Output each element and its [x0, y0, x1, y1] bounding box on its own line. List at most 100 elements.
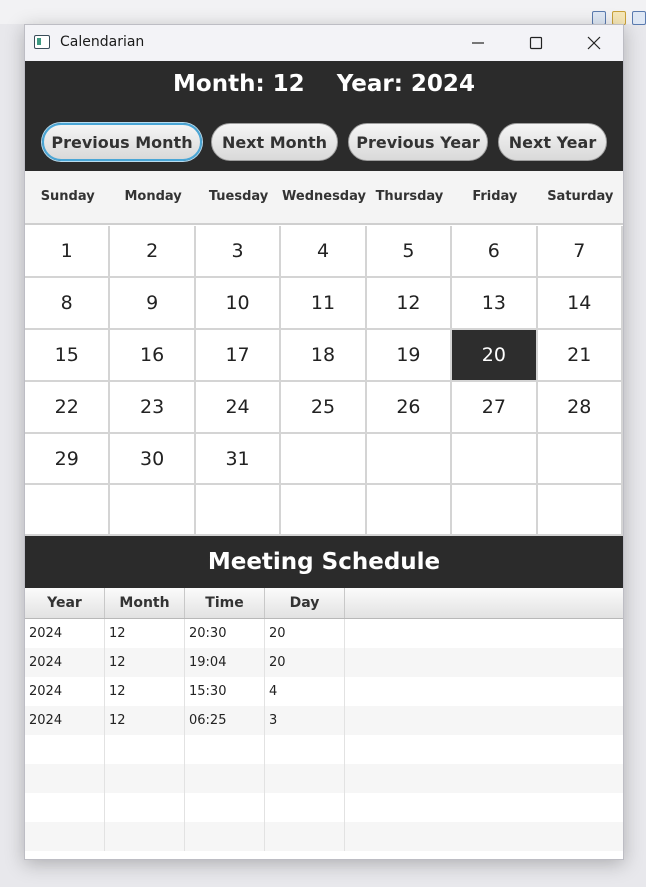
- calendar-day[interactable]: 22: [25, 382, 111, 434]
- table-cell-year: 2024: [25, 619, 105, 648]
- table-cell-day: [265, 793, 345, 822]
- calendar-empty-cell: [25, 485, 111, 536]
- close-button[interactable]: [565, 25, 623, 61]
- table-cell-day: 3: [265, 706, 345, 735]
- table-empty-row: [25, 793, 623, 822]
- table-cell-day: [265, 822, 345, 851]
- calendar-day[interactable]: 8: [25, 278, 111, 330]
- weekday-header-row: Sunday Monday Tuesday Wednesday Thursday Frid…: [25, 171, 623, 225]
- calendar-day[interactable]: 1: [25, 226, 111, 278]
- calendar-empty-cell: [195, 485, 282, 536]
- previous-month-button[interactable]: Previous Month: [42, 123, 202, 161]
- table-cell-month: 12: [105, 619, 185, 648]
- maximize-button[interactable]: [507, 25, 565, 61]
- calendar-day[interactable]: 9: [110, 278, 196, 330]
- calendar-day[interactable]: 26: [366, 382, 453, 434]
- column-header-year[interactable]: Year: [25, 588, 105, 618]
- column-header-time[interactable]: Time: [185, 588, 265, 618]
- calendar-empty-cell: [537, 434, 623, 485]
- calendar-day[interactable]: 19: [366, 330, 453, 382]
- table-empty-row: [25, 735, 623, 764]
- meeting-table: Year Month Time Day 2024 12 20:30 20 2024 12 19:0…: [25, 588, 623, 859]
- table-cell-time: [185, 793, 265, 822]
- column-header-day[interactable]: Day: [265, 588, 345, 618]
- table-cell-month: 12: [105, 648, 185, 677]
- table-cell-time: 06:25: [185, 706, 265, 735]
- calendar-day[interactable]: 12: [366, 278, 453, 330]
- table-cell-time: [185, 764, 265, 793]
- table-row[interactable]: 2024 12 19:04 20: [25, 648, 623, 677]
- weekday-saturday: Saturday: [547, 189, 614, 204]
- calendar-empty-cell: [452, 434, 538, 485]
- table-row[interactable]: 2024 12 06:25 3: [25, 706, 623, 735]
- table-empty-row: [25, 764, 623, 793]
- calendar-day[interactable]: 16: [110, 330, 196, 382]
- calendar-day[interactable]: 20: [452, 330, 538, 382]
- calendar-day[interactable]: 2: [110, 226, 196, 278]
- calendar-day[interactable]: 31: [195, 434, 282, 485]
- meeting-schedule-title: Meeting Schedule: [25, 536, 623, 588]
- app-icon: [34, 35, 50, 49]
- calendar-day[interactable]: 25: [281, 382, 367, 434]
- sync-icon: [612, 11, 626, 25]
- table-cell-month: 12: [105, 706, 185, 735]
- table-cell-day: [265, 735, 345, 764]
- calendar-day[interactable]: 21: [537, 330, 623, 382]
- weekday-monday: Monday: [124, 189, 182, 204]
- calendar-day[interactable]: 18: [281, 330, 367, 382]
- calendar-empty-cell: [452, 485, 538, 536]
- table-row[interactable]: 2024 12 15:30 4: [25, 677, 623, 706]
- calendar-day[interactable]: 5: [366, 226, 453, 278]
- table-cell-month: [105, 735, 185, 764]
- table-cell-time: [185, 822, 265, 851]
- weekday-tuesday: Tuesday: [208, 189, 269, 204]
- table-cell-year: [25, 735, 105, 764]
- next-year-button[interactable]: Next Year: [498, 123, 607, 161]
- previous-year-button[interactable]: Previous Year: [348, 123, 488, 161]
- calendar-day[interactable]: 6: [452, 226, 538, 278]
- close-icon: [587, 36, 601, 50]
- table-cell-year: [25, 822, 105, 851]
- filter-icon: [632, 11, 646, 25]
- calendar-day[interactable]: 7: [537, 226, 623, 278]
- calendar-day[interactable]: 4: [281, 226, 367, 278]
- year-label: Year: 2024: [336, 71, 475, 97]
- calendar-day[interactable]: 28: [537, 382, 623, 434]
- table-cell-year: [25, 793, 105, 822]
- calendar-day[interactable]: 3: [195, 226, 282, 278]
- table-cell-time: [185, 735, 265, 764]
- calendar-empty-cell: [537, 485, 623, 536]
- month-year-display: Month: 12 Year: 2024: [25, 71, 623, 97]
- table-cell-month: [105, 822, 185, 851]
- table-cell-year: 2024: [25, 677, 105, 706]
- minimize-button[interactable]: [449, 25, 507, 61]
- calendar-day[interactable]: 23: [110, 382, 196, 434]
- calendar-day[interactable]: 24: [195, 382, 282, 434]
- table-cell-month: 12: [105, 677, 185, 706]
- calendar-day[interactable]: 13: [452, 278, 538, 330]
- calendar-day[interactable]: 10: [195, 278, 282, 330]
- calendar-day[interactable]: 27: [452, 382, 538, 434]
- meeting-table-header: Year Month Time Day: [25, 588, 623, 619]
- title-bar[interactable]: Calendarian: [25, 25, 623, 61]
- table-row[interactable]: 2024 12 20:30 20: [25, 619, 623, 648]
- next-month-button[interactable]: Next Month: [211, 123, 338, 161]
- calendar-day[interactable]: 14: [537, 278, 623, 330]
- table-cell-day: 4: [265, 677, 345, 706]
- maximize-icon: [529, 36, 543, 50]
- calendar-day[interactable]: 30: [110, 434, 196, 485]
- calendar-day[interactable]: 17: [195, 330, 282, 382]
- table-cell-time: 19:04: [185, 648, 265, 677]
- table-cell-day: 20: [265, 619, 345, 648]
- column-header-month[interactable]: Month: [105, 588, 185, 618]
- weekday-sunday: Sunday: [40, 189, 95, 204]
- calendar-grid: 1 2 3 4 5 6 7 8 9 10 11 12 13 14 15 16 17 18 19 20 21 22 23 24 2…: [25, 226, 623, 536]
- minimize-icon: [472, 42, 484, 44]
- table-empty-row: [25, 822, 623, 851]
- weekday-friday: Friday: [472, 189, 518, 204]
- calendar-day[interactable]: 29: [25, 434, 111, 485]
- calendar-day[interactable]: 15: [25, 330, 111, 382]
- calendar-day[interactable]: 11: [281, 278, 367, 330]
- calendar-header: Month: 12 Year: 2024 Previous Month Next…: [25, 61, 623, 171]
- month-label: Month: 12: [173, 71, 305, 97]
